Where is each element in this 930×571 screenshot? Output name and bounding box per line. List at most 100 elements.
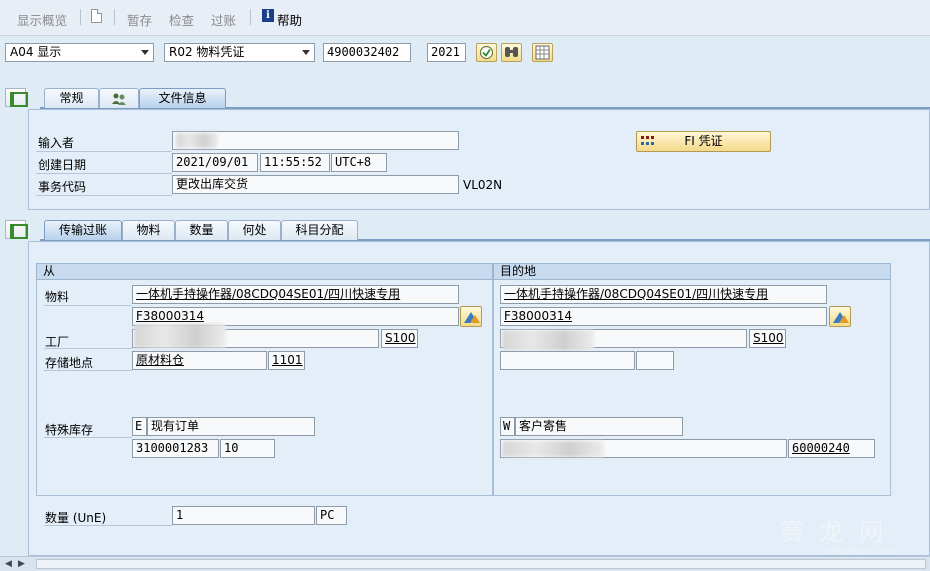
tab-transfer-posting[interactable]: 传输过账 (44, 220, 122, 240)
to-customer-field[interactable]: 60000240 (788, 439, 875, 458)
created-time-value: 11:55:52 (264, 155, 322, 169)
to-material-no-field[interactable]: F38000314 (500, 307, 827, 326)
from-material-desc-value: 一体机手持操作器/08CDQ04SE01/四川快速专用 (136, 287, 401, 301)
to-mountain-icon[interactable] (829, 306, 851, 327)
from-material-desc-field: 一体机手持操作器/08CDQ04SE01/四川快速专用 (132, 285, 459, 304)
from-material-label: 物料 (45, 290, 70, 304)
redacted-username (176, 133, 218, 148)
to-special-stock-ind: W (500, 417, 515, 436)
fi-document-icon (641, 136, 655, 147)
check-button[interactable]: 检查 (169, 10, 194, 29)
document-type-select[interactable]: R02 物料凭证 (164, 43, 315, 62)
redacted-plant-name (502, 330, 594, 350)
find-button[interactable] (501, 43, 522, 62)
display-overview-button[interactable]: 显示概览 (17, 10, 67, 29)
quantity-field: 1 (172, 506, 315, 525)
created-date-label: 创建日期 (38, 158, 87, 172)
watermark-text: 赛 龙 网 (780, 518, 888, 546)
execute-button[interactable] (476, 43, 497, 62)
info-icon[interactable]: i (262, 9, 274, 22)
tab-general[interactable]: 常规 (44, 88, 99, 108)
help-button[interactable]: 帮助 (277, 10, 302, 29)
calculator-button[interactable] (532, 43, 553, 62)
toolbar-separator (114, 9, 115, 25)
from-material-no-value: F38000314 (136, 309, 204, 323)
created-date-value: 2021/09/01 (176, 155, 249, 169)
watermark-logo: 赛 龙 网 www.91sai.com (780, 512, 894, 557)
save-draft-button[interactable]: 暂存 (127, 10, 152, 29)
chevron-down-icon (302, 50, 310, 55)
from-sloc-name-field: 原材料仓 (132, 351, 267, 370)
tab-partner[interactable] (99, 88, 139, 108)
tab-doc-info[interactable]: 文件信息 (139, 88, 226, 108)
tree-toggle-icon[interactable] (5, 88, 28, 107)
tab-quantity[interactable]: 数量 (175, 220, 228, 240)
transaction-text-field: 更改出库交货 (172, 175, 459, 194)
from-special-stock-label: 特殊库存 (45, 423, 94, 437)
chevron-down-icon (141, 50, 149, 55)
document-number-field[interactable]: 4900032402 (323, 43, 411, 62)
from-sloc-label: 存储地点 (45, 356, 94, 370)
tab-general-label: 常规 (59, 91, 84, 105)
tab-material[interactable]: 物料 (122, 220, 175, 240)
from-sales-item-value: 10 (224, 441, 239, 455)
tab-where[interactable]: 何处 (228, 220, 281, 240)
document-number-value: 4900032402 (327, 45, 400, 59)
from-special-stock-text-value: 现有订单 (151, 419, 200, 433)
scroll-track[interactable] (36, 559, 926, 569)
to-special-stock-text-field: 客户寄售 (515, 417, 683, 436)
from-sales-order-field: 3100001283 (132, 439, 219, 458)
scroll-left-icon[interactable]: ◀ (5, 559, 12, 569)
scroll-right-icon[interactable]: ▶ (18, 559, 25, 569)
label-underline (44, 348, 132, 349)
to-special-stock-text-value: 客户寄售 (519, 419, 568, 433)
tab-transfer-posting-label: 传输过账 (58, 223, 107, 237)
label-underline (44, 370, 132, 371)
from-special-stock-text-field: 现有订单 (147, 417, 315, 436)
to-customer-value: 60000240 (792, 441, 850, 455)
redacted-plant-name (134, 324, 226, 348)
to-plant-code-field[interactable]: S100 (749, 329, 786, 348)
to-special-stock-ind-value: W (503, 419, 511, 433)
label-underline (44, 305, 132, 306)
from-plant-code-field[interactable]: S100 (381, 329, 418, 348)
entered-by-label: 输入者 (38, 136, 75, 150)
from-mountain-icon[interactable] (460, 306, 482, 327)
from-group-header: 从 (36, 263, 493, 280)
from-header-text: 从 (43, 264, 56, 278)
execute-icon (479, 45, 494, 60)
new-document-icon[interactable] (91, 9, 102, 23)
document-type-select-value: R02 物料凭证 (169, 45, 245, 59)
unit-field: PC (316, 506, 347, 525)
binoculars-icon (505, 47, 518, 57)
application-toolbar: 显示概览 暂存 检查 过账 i 帮助 (0, 0, 930, 36)
item-tree-toggle-icon[interactable] (5, 220, 28, 239)
year-field[interactable]: 2021 (427, 43, 466, 62)
tab-doc-info-label: 文件信息 (158, 91, 207, 105)
year-value: 2021 (431, 45, 460, 59)
label-underline (36, 151, 172, 152)
to-material-desc-field: 一体机手持操作器/08CDQ04SE01/四川快速专用 (500, 285, 827, 304)
toolbar-separator (80, 9, 81, 25)
action-select-value: A04 显示 (10, 45, 62, 59)
post-button[interactable]: 过账 (211, 10, 236, 29)
label-underline (44, 525, 172, 526)
quantity-label: 数量 (UnE) (45, 511, 107, 525)
from-special-stock-ind-value: E (135, 419, 143, 433)
timezone-value: UTC+8 (335, 155, 372, 169)
grid-icon (535, 45, 550, 60)
from-sloc-code-field[interactable]: 1101 (268, 351, 305, 370)
action-select[interactable]: A04 显示 (5, 43, 154, 62)
transaction-text-value: 更改出库交货 (176, 177, 249, 191)
quantity-value: 1 (176, 508, 184, 522)
toolbar-separator (250, 9, 251, 25)
tab-where-label: 何处 (242, 223, 267, 237)
to-sloc-code-field[interactable] (636, 351, 674, 370)
fi-document-button[interactable]: FI 凭证 (636, 131, 771, 152)
horizontal-scrollbar[interactable]: ◀ ▶ (0, 556, 930, 571)
to-sloc-name-field (500, 351, 635, 370)
tab-account-assignment[interactable]: 科目分配 (281, 220, 358, 240)
label-underline (36, 195, 172, 196)
label-underline (36, 173, 172, 174)
from-sloc-code-value: 1101 (272, 353, 303, 367)
